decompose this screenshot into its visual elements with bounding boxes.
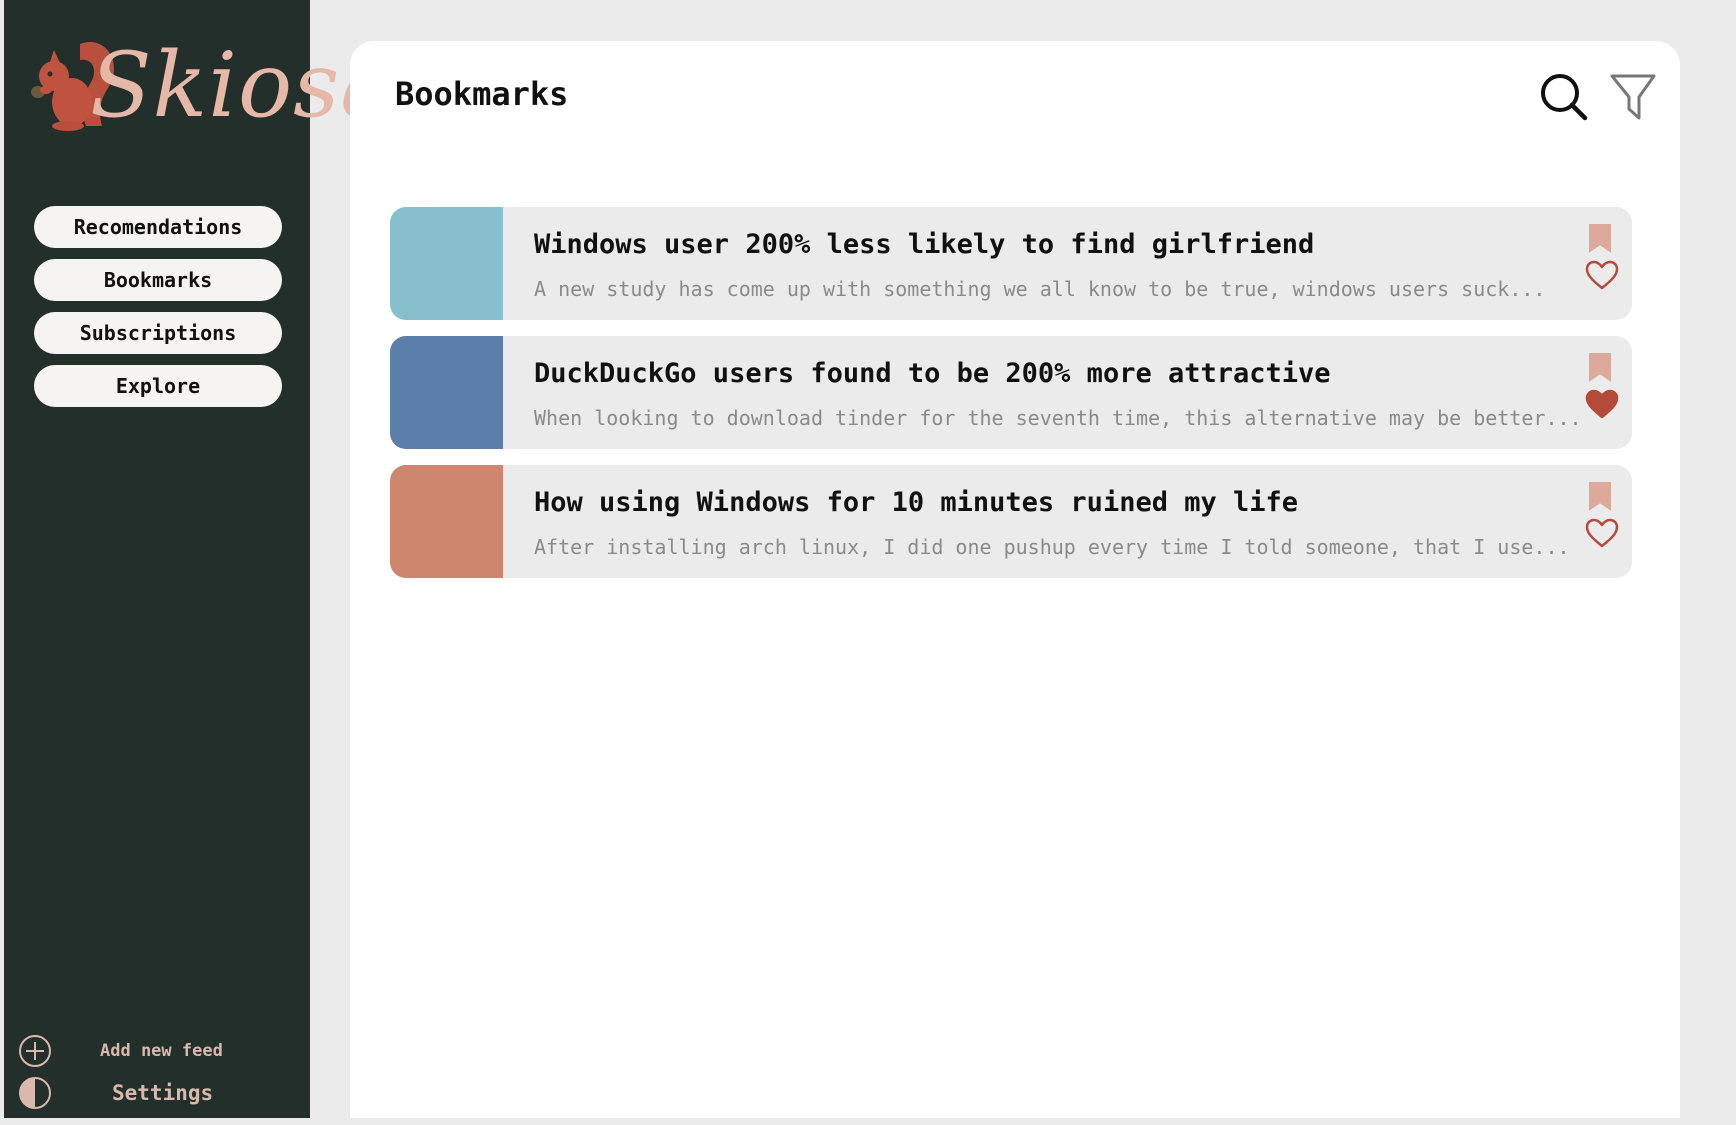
add-feed-button[interactable]: Add new feed xyxy=(14,1030,304,1072)
add-feed-label: Add new feed xyxy=(100,1041,223,1061)
half-circle-icon xyxy=(19,1077,51,1109)
page-title: Bookmarks xyxy=(395,75,569,113)
article-thumbnail xyxy=(390,207,503,320)
article-excerpt: After installing arch linux, I did one p… xyxy=(534,535,1570,559)
sidebar-nav: Recomendations Bookmarks Subscriptions E… xyxy=(34,206,282,418)
settings-button[interactable]: Settings xyxy=(14,1072,304,1114)
nav-bookmarks[interactable]: Bookmarks xyxy=(34,259,282,301)
sidebar-footer: Add new feed Settings xyxy=(14,1030,304,1114)
article-title[interactable]: Windows user 200% less likely to find gi… xyxy=(534,229,1314,260)
article-title[interactable]: DuckDuckGo users found to be 200% more a… xyxy=(534,358,1331,389)
article-card[interactable]: DuckDuckGo users found to be 200% more a… xyxy=(390,336,1632,449)
filter-icon[interactable] xyxy=(1608,71,1660,123)
article-card[interactable]: Windows user 200% less likely to find gi… xyxy=(390,207,1632,320)
article-thumbnail xyxy=(390,465,503,578)
heart-icon[interactable] xyxy=(1584,388,1620,420)
settings-label: Settings xyxy=(112,1081,214,1105)
bookmark-icon[interactable] xyxy=(1588,352,1612,382)
plus-circle-icon xyxy=(19,1035,51,1067)
bookmark-icon[interactable] xyxy=(1588,223,1612,253)
nav-recomendations[interactable]: Recomendations xyxy=(34,206,282,248)
sidebar: Skiosa Recomendations Bookmarks Subscrip… xyxy=(4,0,394,1118)
heart-icon[interactable] xyxy=(1584,259,1620,291)
search-icon[interactable] xyxy=(1538,71,1590,123)
article-title[interactable]: How using Windows for 10 minutes ruined … xyxy=(534,487,1298,518)
article-thumbnail xyxy=(390,336,503,449)
nav-subscriptions[interactable]: Subscriptions xyxy=(34,312,282,354)
app-root: Skiosa Recomendations Bookmarks Subscrip… xyxy=(0,0,1736,1125)
article-excerpt: When looking to download tinder for the … xyxy=(534,406,1582,430)
main-panel: Bookmarks Windows user 200% less likely … xyxy=(350,41,1680,1118)
app-logo[interactable]: Skiosa xyxy=(28,34,394,140)
article-excerpt: A new study has come up with something w… xyxy=(534,277,1546,301)
bookmark-list: Windows user 200% less likely to find gi… xyxy=(390,207,1632,594)
nav-explore[interactable]: Explore xyxy=(34,365,282,407)
bookmark-icon[interactable] xyxy=(1588,481,1612,511)
heart-icon[interactable] xyxy=(1584,517,1620,549)
article-card[interactable]: How using Windows for 10 minutes ruined … xyxy=(390,465,1632,578)
